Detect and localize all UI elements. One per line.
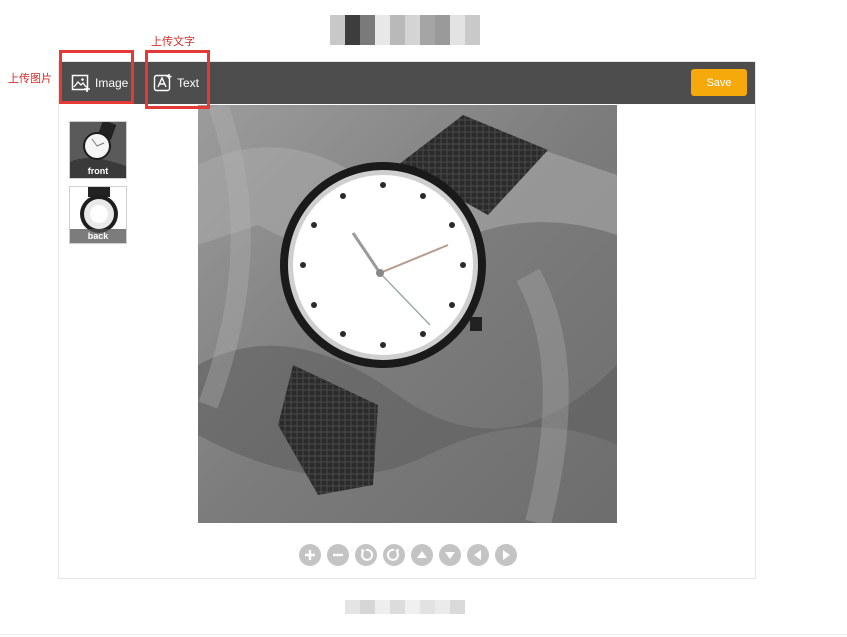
thumbnail-front[interactable]: front (69, 121, 127, 179)
blurred-logo (330, 15, 480, 45)
canvas-controls (299, 544, 517, 566)
move-left-button[interactable] (467, 544, 489, 566)
move-up-button[interactable] (411, 544, 433, 566)
zoom-in-button[interactable] (299, 544, 321, 566)
bottom-divider (0, 634, 847, 635)
design-canvas[interactable] (198, 105, 617, 523)
save-button[interactable]: Save (691, 69, 747, 96)
rotate-left-icon (361, 548, 373, 561)
thumbnail-front-label: front (87, 166, 109, 176)
thumbnail-back-label: back (70, 229, 126, 243)
move-left-icon (474, 550, 481, 560)
thumbnail-back[interactable]: back (69, 186, 127, 244)
move-up-icon (417, 551, 427, 558)
editor-panel: Image Text Save front back (58, 61, 756, 579)
page: 上传图片 上传文字 Image Text Save front back (0, 0, 847, 637)
move-right-icon (503, 550, 510, 560)
rotate-left-button[interactable] (355, 544, 377, 566)
zoom-out-button[interactable] (327, 544, 349, 566)
upload-image-annotation: 上传图片 (8, 72, 52, 85)
move-down-button[interactable] (439, 544, 461, 566)
zoom-in-icon (305, 550, 315, 560)
watch-photo (198, 105, 617, 523)
upload-text-annotation: 上传文字 (151, 35, 195, 48)
move-down-icon (445, 552, 455, 559)
blurred-footer (345, 600, 465, 614)
zoom-out-icon (333, 553, 343, 557)
text-annotation-box (145, 50, 210, 109)
rotate-right-button[interactable] (383, 544, 405, 566)
image-annotation-box (59, 50, 134, 104)
move-right-button[interactable] (495, 544, 517, 566)
rotate-right-icon (387, 548, 399, 561)
